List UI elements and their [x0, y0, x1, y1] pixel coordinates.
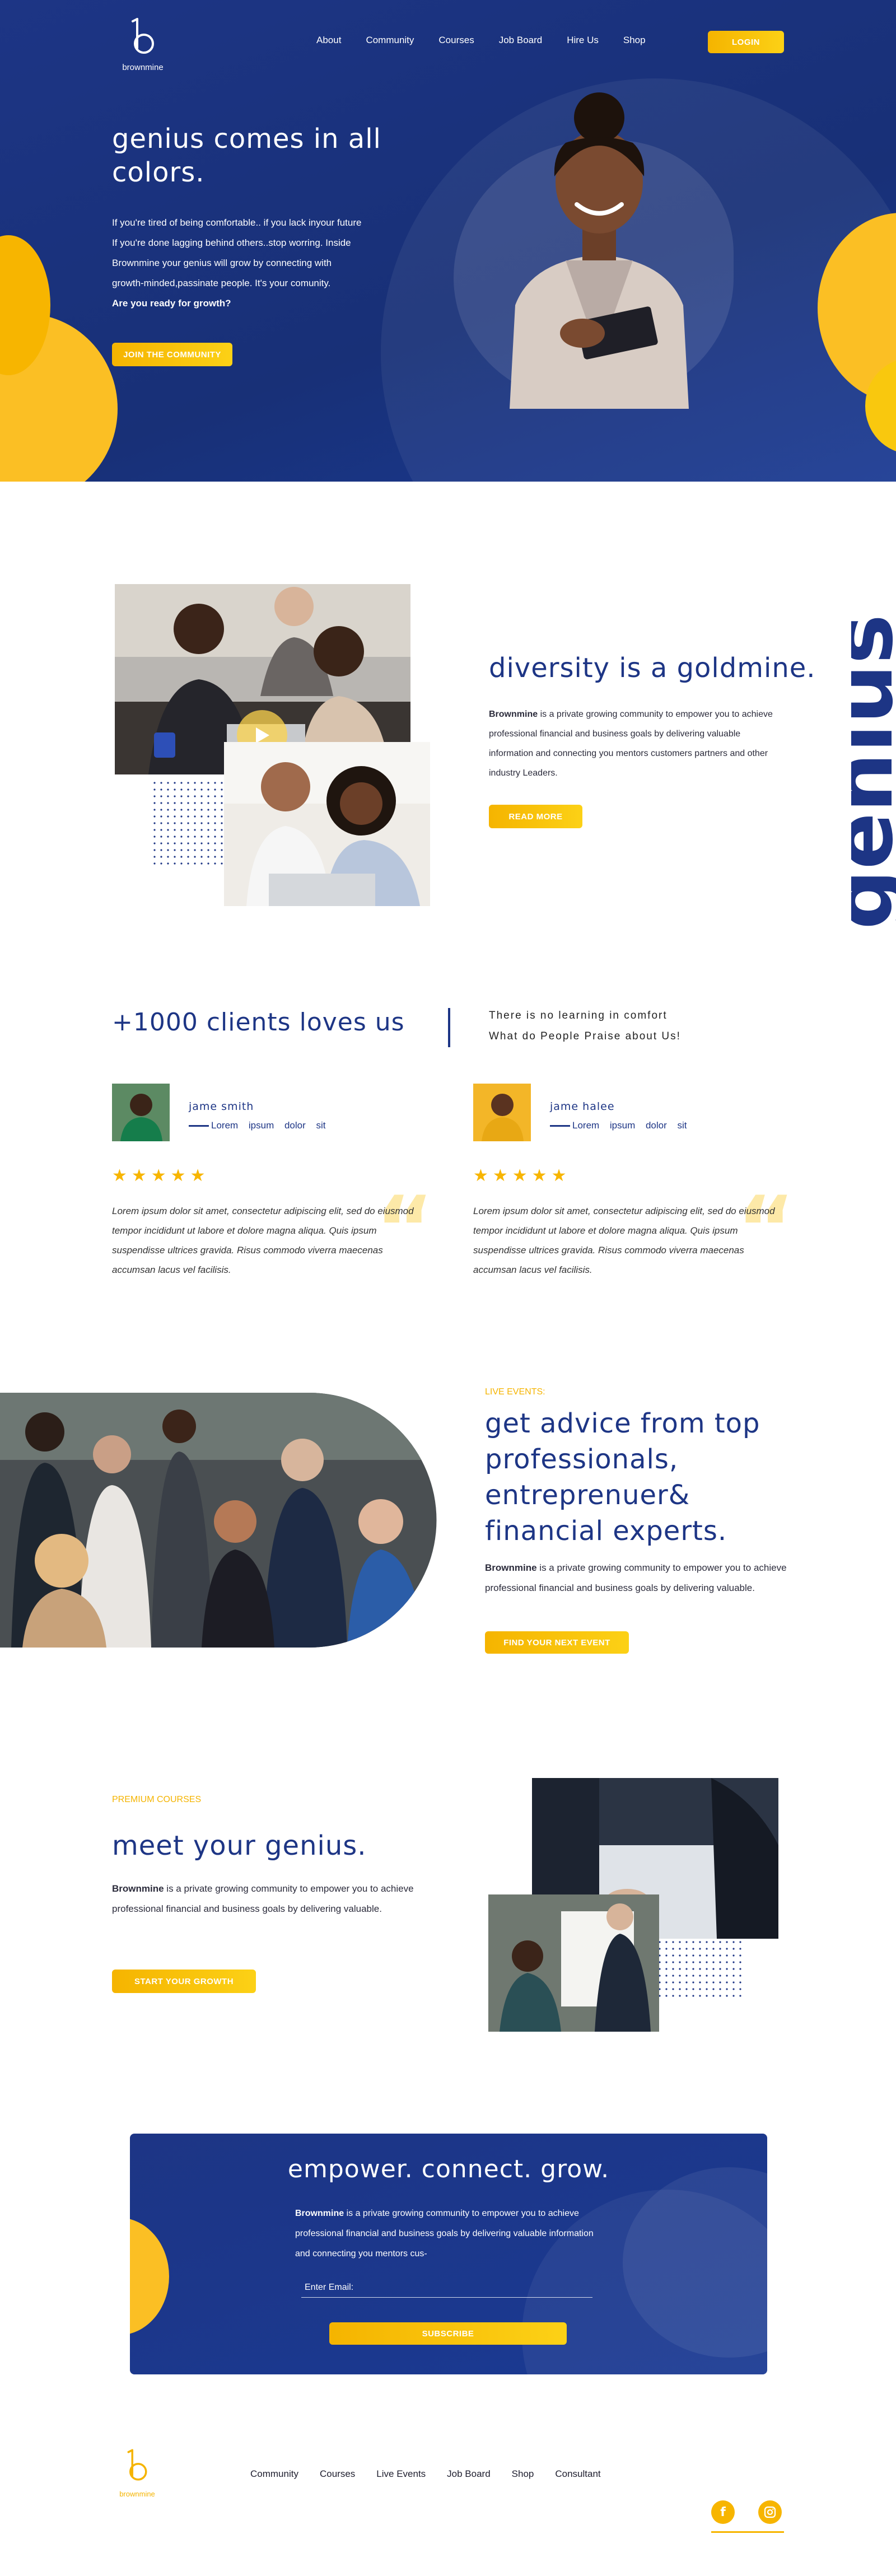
hero-portrait-image: [498, 92, 700, 409]
hero-text-line: If you're tired of being comfortable.. i…: [112, 217, 362, 228]
reviewer-name: jame halee: [550, 1100, 615, 1113]
footer-item-consultant[interactable]: Consultant: [555, 2468, 600, 2480]
section-divider: [448, 1008, 450, 1047]
logo-b-icon: [127, 2449, 147, 2481]
brand-bold: Brownmine: [485, 1562, 537, 1573]
review-quote: Lorem ipsum dolor sit amet, consectetur …: [112, 1206, 414, 1275]
hero-text-line: Brownmine your genius will grow by conne…: [112, 258, 332, 268]
reviewer-name: jame smith: [189, 1100, 254, 1113]
social-underline: [711, 2531, 784, 2533]
reviewer-role: Lorem ipsum dolor sit: [189, 1120, 326, 1131]
review-quote: Lorem ipsum dolor sit amet, consectetur …: [473, 1206, 775, 1275]
hero-section: brownmine About Community Courses Job Bo…: [0, 0, 896, 482]
colleagues-laptop-image: [224, 742, 430, 906]
subscribe-button[interactable]: SUBSCRIBE: [329, 2322, 567, 2345]
vertical-genius-text: genius: [851, 614, 896, 930]
start-growth-button[interactable]: START YOUR GROWTH: [112, 1970, 256, 1993]
dot-pattern-decor: [153, 781, 226, 865]
footer-item-community[interactable]: Community: [250, 2468, 298, 2480]
social-links: f: [711, 2500, 784, 2533]
read-more-button[interactable]: READ MORE: [489, 805, 582, 828]
footer-nav: Community Courses Live Events Job Board …: [250, 2468, 622, 2480]
nav-item-about[interactable]: About: [316, 35, 341, 46]
nav-item-courses[interactable]: Courses: [438, 35, 474, 46]
newsletter-section: empower. connect. grow. Brownmine is a p…: [130, 2134, 767, 2374]
testimonials-title: +1000 clients loves us: [112, 1008, 405, 1037]
hero-question: Are you ready for growth?: [112, 298, 231, 309]
email-input[interactable]: [301, 2278, 592, 2298]
facebook-icon[interactable]: f: [711, 2500, 735, 2524]
testimonials-subtagline: What do People Praise about Us!: [489, 1030, 681, 1042]
hero-text: If you're tired of being comfortable.. i…: [112, 213, 426, 314]
dot-pattern-decor: [658, 1940, 742, 1999]
premium-courses-tag: PREMIUM COURSES: [112, 1795, 202, 1804]
nav-item-job-board[interactable]: Job Board: [499, 35, 543, 46]
live-events-tag: LIVE EVENTS:: [485, 1387, 545, 1397]
courses-title: meet your genius.: [112, 1830, 367, 1861]
reviewer-role: Lorem ipsum dolor sit: [550, 1120, 687, 1131]
rating-stars: ★★★★★: [112, 1166, 210, 1186]
review-card: jame smith Lorem ipsum dolor sit ★★★★★ “…: [112, 1084, 434, 1285]
newsletter-title: empower. connect. grow.: [287, 2155, 610, 2183]
brand-bold: Brownmine: [112, 1883, 164, 1894]
brand-bold: Brownmine: [489, 710, 538, 719]
login-button[interactable]: LOGIN: [708, 31, 784, 53]
mentor-whiteboard-image: [488, 1894, 659, 2032]
footer-logo[interactable]: brownmine: [106, 2447, 168, 2498]
hero-title: genius comes in all colors.: [112, 123, 381, 188]
courses-text: Brownmine is a private growing community…: [112, 1879, 414, 1919]
footer-item-live-events[interactable]: Live Events: [376, 2468, 426, 2480]
newsletter-decor-circle: [130, 2218, 169, 2335]
events-text: Brownmine is a private growing community…: [485, 1558, 799, 1598]
networking-event-image: [0, 1393, 437, 1648]
logo-label: brownmine: [119, 2490, 155, 2498]
footer-item-shop[interactable]: Shop: [512, 2468, 534, 2480]
footer-item-job-board[interactable]: Job Board: [447, 2468, 491, 2480]
diversity-body: is a private growing community to empowe…: [489, 710, 773, 778]
testimonials-tagline: There is no learning in comfort: [489, 1010, 668, 1021]
main-nav: About Community Courses Job Board Hire U…: [316, 35, 670, 46]
footer-item-courses[interactable]: Courses: [320, 2468, 355, 2480]
diversity-title: diversity is a goldmine.: [489, 652, 816, 684]
avatar: [473, 1084, 531, 1141]
brand-logo[interactable]: brownmine: [112, 16, 174, 72]
nav-item-hire-us[interactable]: Hire Us: [567, 35, 599, 46]
nav-item-community[interactable]: Community: [366, 35, 414, 46]
events-title: get advice from top professionals, entre…: [485, 1408, 760, 1547]
join-community-button[interactable]: JOIN THE COMMUNITY: [112, 343, 232, 366]
logo-label: brownmine: [122, 63, 164, 72]
hero-text-line: growth-minded,passinate people. It's you…: [112, 278, 331, 288]
rating-stars: ★★★★★: [473, 1166, 571, 1186]
vertical-genius-word: genius: [851, 560, 896, 952]
nav-item-shop[interactable]: Shop: [623, 35, 646, 46]
avatar: [112, 1084, 170, 1141]
diversity-text: Brownmine is a private growing community…: [489, 704, 786, 783]
logo-b-icon: [127, 16, 158, 60]
newsletter-text: Brownmine is a private growing community…: [295, 2204, 603, 2264]
review-card: jame halee Lorem ipsum dolor sit ★★★★★ “…: [473, 1084, 795, 1285]
find-event-button[interactable]: FIND YOUR NEXT EVENT: [485, 1631, 629, 1654]
brand-bold: Brownmine: [295, 2209, 344, 2218]
instagram-icon[interactable]: [758, 2500, 782, 2524]
hero-text-line: If you're done lagging behind others..st…: [112, 237, 351, 248]
